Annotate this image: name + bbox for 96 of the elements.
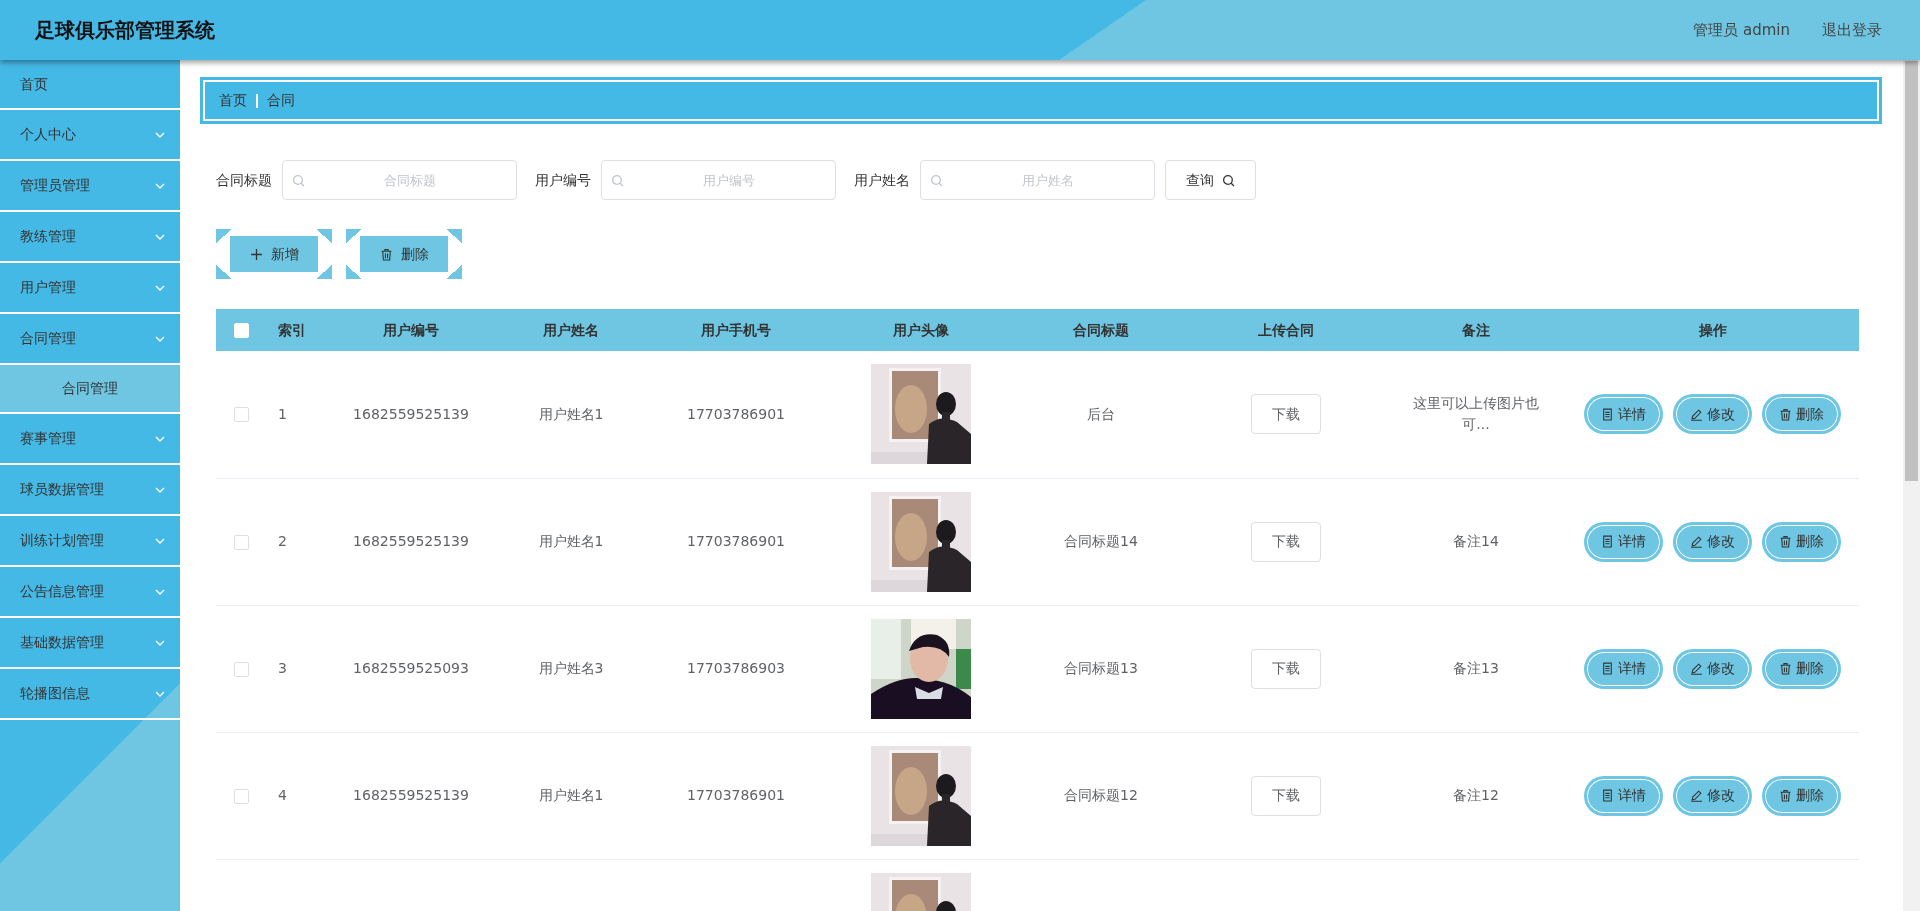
document-icon: [1601, 535, 1614, 548]
table-cell: 1682559525139: [353, 787, 469, 803]
table-cell: 用户姓名1: [538, 533, 604, 549]
column-header: 用户编号: [326, 309, 496, 351]
search-icon: [1222, 173, 1235, 187]
submenu-item[interactable]: 合同管理: [0, 365, 180, 414]
table-cell-text: 这里可以上传图片也可...: [1412, 394, 1540, 435]
table-cell: 合同标题12: [1064, 787, 1138, 803]
column-header: 备注: [1386, 309, 1566, 351]
edit-button[interactable]: 修改: [1673, 394, 1752, 435]
trash-icon: [1779, 789, 1792, 802]
sidebar-item[interactable]: 公告信息管理: [0, 567, 180, 618]
search-button[interactable]: 查询: [1165, 160, 1256, 200]
pencil-icon: [1690, 535, 1703, 548]
delete-button[interactable]: 删除: [346, 229, 462, 279]
column-header: 合同标题: [1016, 309, 1186, 351]
table-cell-text: 备注14: [1453, 532, 1499, 551]
field-label: 用户姓名: [854, 170, 910, 190]
select-all-checkbox[interactable]: [233, 323, 249, 338]
sidebar-item[interactable]: 轮播图信息: [0, 669, 180, 720]
table-cell-text: 备注12: [1453, 786, 1499, 805]
download-button[interactable]: 下载: [1251, 394, 1321, 435]
download-button[interactable]: 下载: [1251, 775, 1321, 816]
delete-button[interactable]: 删除: [1762, 394, 1841, 435]
sidebar-item[interactable]: 训练计划管理: [0, 516, 180, 567]
table-cell: 用户姓名3: [538, 660, 604, 676]
table-cell: 1682559525139: [353, 405, 469, 422]
column-header: 操作: [1566, 309, 1859, 351]
row-checkbox[interactable]: [233, 788, 249, 804]
column-header: 用户姓名: [496, 309, 646, 351]
row-checkbox[interactable]: [233, 534, 249, 550]
row-checkbox[interactable]: [233, 661, 249, 677]
table-cell: 2: [278, 533, 287, 549]
details-button[interactable]: 详情: [1584, 394, 1663, 435]
table-cell: 3: [278, 660, 287, 676]
table-cell: 用户姓名1: [538, 405, 604, 422]
table-cell: 17703786901: [687, 533, 785, 549]
search-field[interactable]: 合同标题: [282, 160, 517, 200]
table-cell: 用户姓名1: [538, 787, 604, 803]
delete-button[interactable]: 删除: [1762, 521, 1841, 562]
plus-icon: [249, 247, 263, 261]
breadcrumb-link[interactable]: 合同: [267, 90, 295, 111]
search-field[interactable]: 用户姓名: [920, 160, 1155, 200]
edit-button[interactable]: 修改: [1673, 648, 1752, 689]
app-title: 足球俱乐部管理系统: [35, 17, 215, 44]
column-header: 索引: [266, 309, 326, 351]
table-cell: 合同标题13: [1064, 660, 1138, 676]
delete-button[interactable]: 删除: [1762, 775, 1841, 816]
download-button[interactable]: 下载: [1251, 648, 1321, 689]
sidebar-item[interactable]: 用户管理: [0, 263, 180, 314]
edit-button[interactable]: 修改: [1673, 775, 1752, 816]
table-cell: 17703786901: [687, 787, 785, 803]
table-cell: 合同标题14: [1064, 533, 1138, 549]
table-cell: 17703786901: [687, 405, 785, 422]
column-header: 用户手机号: [646, 309, 826, 351]
document-icon: [1601, 662, 1614, 675]
download-button[interactable]: 下载: [1251, 521, 1321, 562]
table-cell-text: 备注13: [1453, 659, 1499, 678]
sidebar-item[interactable]: 教练管理: [0, 212, 180, 263]
details-button[interactable]: 详情: [1584, 648, 1663, 689]
search-field[interactable]: 用户编号: [601, 160, 836, 200]
sidebar-item[interactable]: 球员数据管理: [0, 465, 180, 516]
column-header: 上传合同: [1186, 309, 1386, 351]
field-label: 用户编号: [535, 170, 591, 190]
trash-icon: [379, 247, 393, 261]
pencil-icon: [1690, 407, 1703, 421]
column-header: 用户头像: [826, 309, 1016, 351]
trash-icon: [1779, 662, 1792, 675]
delete-button[interactable]: 删除: [1762, 648, 1841, 689]
sidebar-item[interactable]: 个人中心: [0, 110, 180, 161]
trash-icon: [1779, 535, 1792, 548]
sidebar-item[interactable]: 首页: [0, 60, 180, 110]
sidebar-item[interactable]: 赛事管理: [0, 414, 180, 465]
row-checkbox[interactable]: [233, 407, 249, 423]
sidebar-item[interactable]: 基础数据管理: [0, 618, 180, 669]
table-cell: 1682559525093: [353, 660, 469, 676]
document-icon: [1601, 789, 1614, 802]
trash-icon: [1779, 407, 1792, 421]
table-cell: 17703786903: [687, 660, 785, 676]
document-icon: [1601, 407, 1614, 421]
table-cell: 4: [278, 787, 287, 803]
field-label: 合同标题: [216, 170, 272, 190]
table-cell: 1: [278, 405, 287, 422]
logout-link[interactable]: 退出登录: [1822, 18, 1882, 42]
edit-button[interactable]: 修改: [1673, 521, 1752, 562]
add-button[interactable]: 新增: [216, 229, 332, 279]
details-button[interactable]: 详情: [1584, 775, 1663, 816]
table-cell: 1682559525139: [353, 533, 469, 549]
pencil-icon: [1690, 662, 1703, 675]
table-cell: 后台: [1087, 405, 1115, 422]
pencil-icon: [1690, 789, 1703, 802]
user-label: 管理员 admin: [1693, 19, 1790, 41]
scrollbar[interactable]: [1903, 60, 1920, 911]
breadcrumb-link[interactable]: 首页: [219, 90, 247, 111]
sidebar-item[interactable]: 管理员管理: [0, 161, 180, 212]
details-button[interactable]: 详情: [1584, 521, 1663, 562]
